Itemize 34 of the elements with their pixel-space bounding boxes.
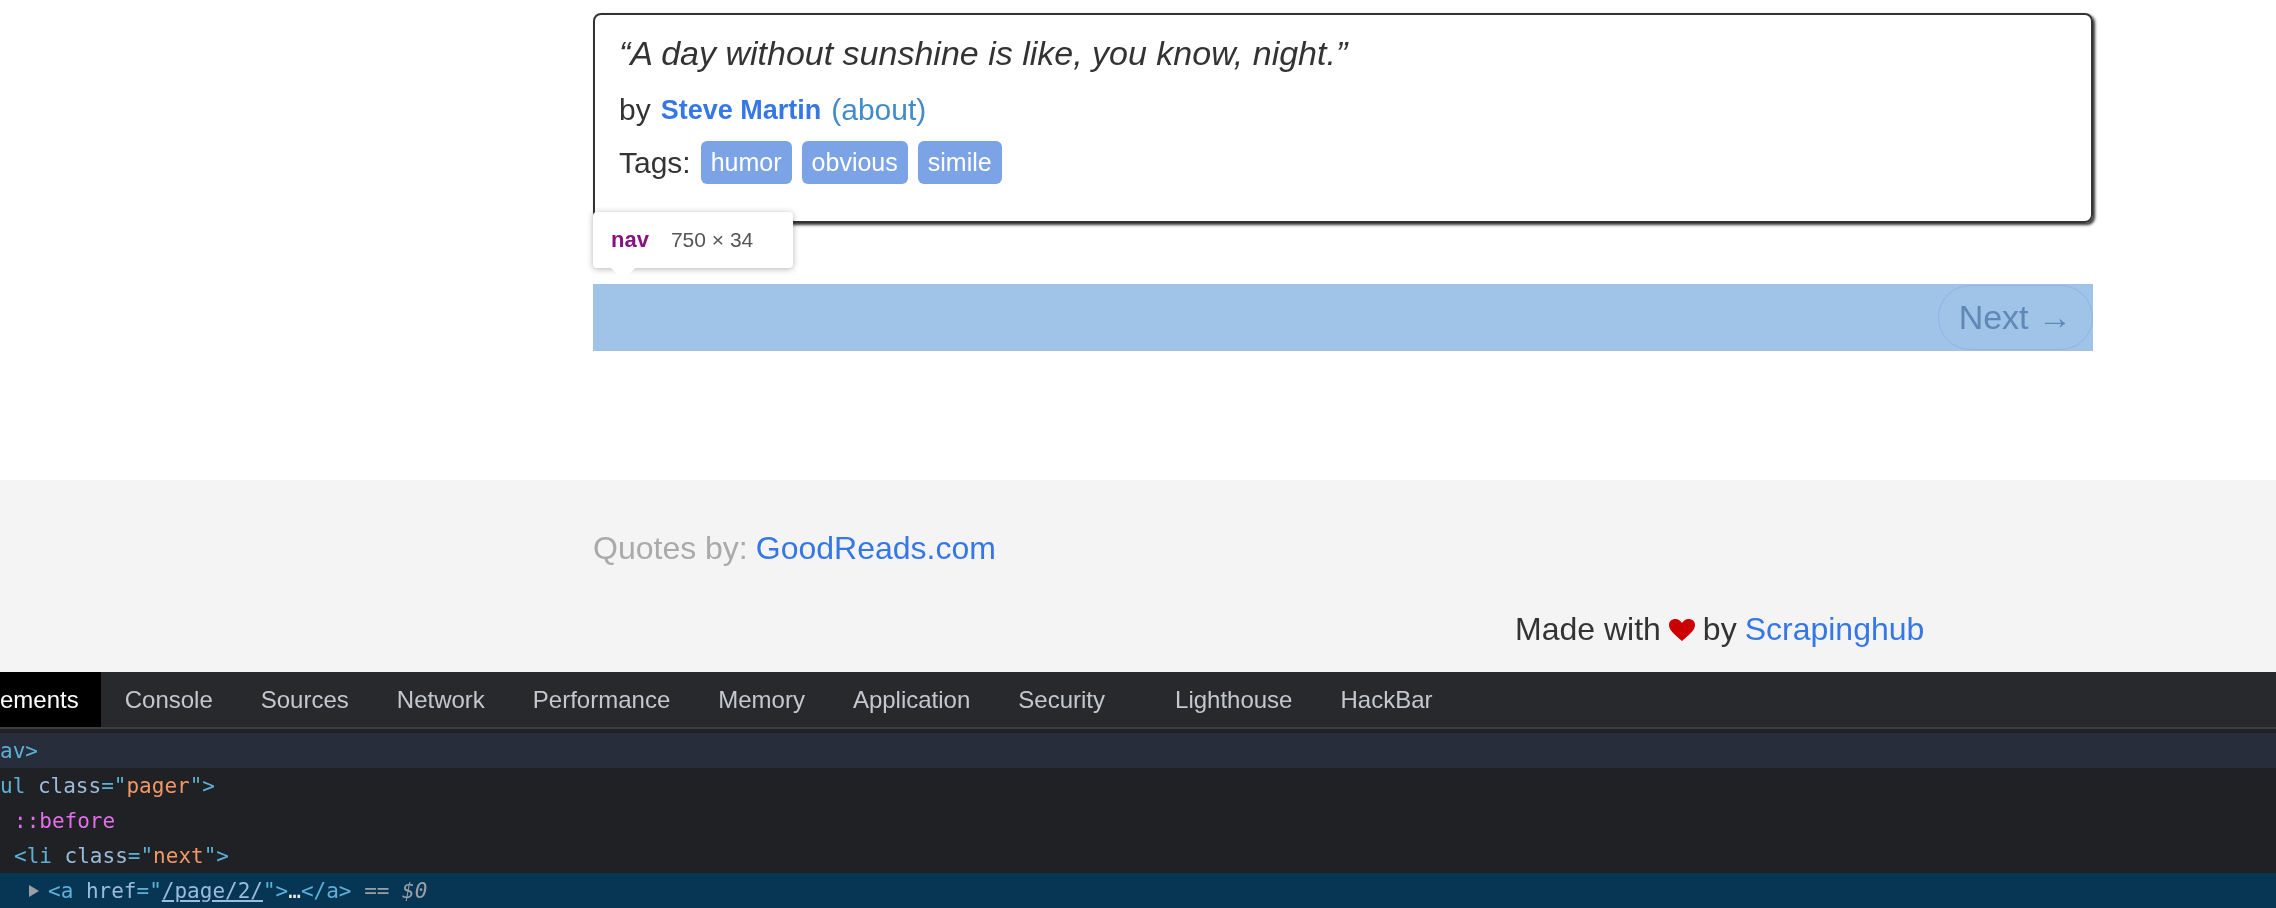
devtools-tab[interactable]: Performance	[508, 672, 695, 727]
source-link[interactable]: GoodReads.com	[755, 530, 996, 567]
element-tag: nav	[611, 227, 649, 253]
about-link[interactable]: (about)	[831, 93, 927, 127]
author-name: Steve Martin	[660, 94, 822, 126]
code-text: ul class="pager">	[0, 773, 215, 798]
devtools-tab[interactable]: Sources	[236, 672, 373, 727]
made-with-label: Made with	[1515, 611, 1661, 648]
tree-row[interactable]: ul class="pager">	[0, 768, 2276, 803]
quote-text: “A day without sunshine is like, you know, night.”	[619, 33, 1350, 74]
by-label: by	[1702, 611, 1737, 648]
maker-link[interactable]: Scrapinghub	[1744, 611, 1925, 648]
devtools-tab[interactable]: HackBar	[1316, 672, 1457, 727]
tree-row[interactable]: <li class="next">	[0, 838, 2276, 873]
devtools-tab[interactable]: Lighthouse	[1151, 672, 1317, 727]
devtools-tab[interactable]: Application	[828, 672, 995, 727]
devtools-tab[interactable]: Network	[372, 672, 509, 727]
code-text: <a href="/page/2/">…</a> == $0	[48, 878, 428, 903]
code-text: <li class="next">	[14, 843, 229, 868]
by-label: by	[619, 93, 651, 127]
devtools-tab[interactable]: Console	[100, 672, 237, 727]
devtools-tab[interactable]: Security	[994, 672, 1130, 727]
expand-arrow-icon[interactable]	[28, 883, 40, 898]
element-size: 750 × 34	[670, 228, 754, 252]
devtools-tab[interactable]: Memory	[694, 672, 829, 727]
code-text: ::before	[14, 808, 116, 833]
tree-row[interactable]: ::before	[0, 803, 2276, 838]
devtools-tab[interactable]: ements	[0, 672, 101, 727]
heart-icon	[1668, 618, 1695, 641]
tags-label: Tags:	[619, 145, 691, 180]
quotes-by-label: Quotes by:	[593, 530, 748, 567]
tree-row[interactable]: <a href="/page/2/">…</a> == $0	[0, 873, 2276, 908]
code-text: av>	[0, 738, 38, 763]
tree-row[interactable]: av>	[0, 733, 2276, 768]
